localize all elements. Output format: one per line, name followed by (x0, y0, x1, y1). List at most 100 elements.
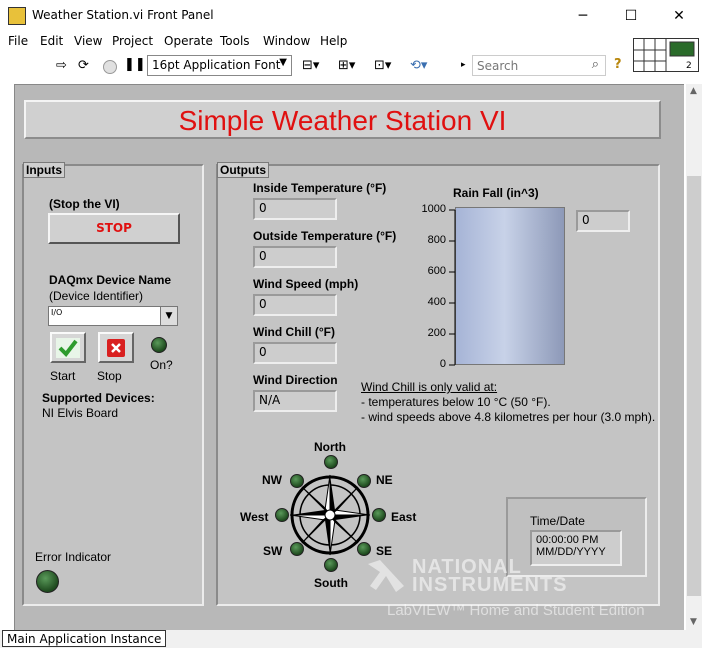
tank-scale (449, 209, 456, 366)
sw-label: SW (263, 544, 283, 558)
tank-tick-800: 800 (427, 234, 446, 246)
menu-bar: File Edit View Project Operate Tools Win… (0, 32, 702, 52)
stop-vi-button[interactable]: STOP (48, 213, 180, 244)
minimize-button[interactable]: ─ (560, 0, 606, 32)
menu-view[interactable]: View (74, 34, 102, 48)
wind-chill-label: Wind Chill (°F) (253, 325, 336, 339)
supported-devices-value: NI Elvis Board (42, 406, 119, 420)
outside-temp-label: Outside Temperature (°F) (253, 229, 397, 243)
watermark-line2: INSTRUMENTS (412, 574, 568, 596)
ni-eagle-logo-icon (368, 560, 404, 592)
toolbar-expand-icon[interactable]: ▸ (461, 60, 466, 70)
wind-chill-note-title: Wind Chill is only valid at: (361, 380, 498, 394)
outside-temp-indicator: 0 (253, 246, 337, 268)
tank-tick-1000: 1000 (421, 203, 446, 215)
rain-fall-indicator: 0 (576, 210, 630, 232)
wind-speed-indicator: 0 (253, 294, 337, 316)
menu-operate[interactable]: Operate (164, 34, 213, 48)
pause-icon[interactable]: ❚❚ (124, 57, 146, 72)
north-led (324, 455, 338, 469)
menu-file[interactable]: File (8, 34, 28, 48)
nw-led (290, 474, 304, 488)
north-label: North (314, 440, 346, 454)
window-title: Weather Station.vi Front Panel (32, 8, 214, 22)
error-indicator-led (36, 570, 59, 593)
east-label: East (391, 510, 417, 524)
south-led (324, 558, 338, 572)
menu-help[interactable]: Help (320, 34, 347, 48)
supported-devices-label: Supported Devices: (42, 391, 155, 405)
menu-window[interactable]: Window (263, 34, 310, 48)
x-icon (107, 338, 125, 357)
time-date-label: Time/Date (530, 514, 585, 528)
menu-edit[interactable]: Edit (40, 34, 63, 48)
time-value: 00:00:00 PM (536, 534, 599, 546)
checkmark-icon (56, 337, 80, 358)
distribute-objects-icon[interactable]: ⊞▾ (338, 58, 355, 73)
se-led (357, 542, 371, 556)
south-label: South (314, 576, 348, 590)
search-input[interactable]: Search ⌕ (472, 55, 606, 76)
stop-button[interactable] (98, 332, 134, 363)
tank-tick-0: 0 (439, 358, 446, 370)
daq-device-sublabel: (Device Identifier) (49, 289, 144, 303)
font-select[interactable]: 16pt Application Font ▼ (147, 55, 292, 76)
application-instance[interactable]: Main Application Instance (2, 630, 167, 647)
wind-chill-indicator: 0 (253, 342, 337, 364)
menu-tools[interactable]: Tools (220, 34, 250, 48)
start-label: Start (50, 369, 76, 383)
rain-fall-label: Rain Fall (in^3) (453, 186, 539, 200)
ne-label: NE (376, 473, 393, 487)
wind-chill-note-line1: - temperatures below 10 °C (50 °F). (361, 395, 551, 409)
stop-label: Stop (97, 369, 122, 383)
tank-tick-200: 200 (427, 327, 446, 339)
on-led (151, 337, 167, 353)
inputs-section-label: Inputs (23, 162, 65, 178)
wind-direction-indicator: N/A (253, 390, 337, 412)
tank-tick-600: 600 (427, 265, 446, 277)
rain-fall-tank (455, 207, 565, 365)
panel-title-box: Simple Weather Station VI (24, 100, 661, 139)
wind-direction-label: Wind Direction (253, 373, 338, 387)
west-led (275, 508, 289, 522)
svg-text:2: 2 (686, 61, 692, 71)
start-button[interactable] (50, 332, 86, 363)
stop-caption: (Stop the VI) (49, 197, 120, 211)
search-icon[interactable]: ⌕ (592, 57, 599, 72)
close-button[interactable]: ✕ (656, 0, 702, 32)
outputs-section-label: Outputs (217, 162, 269, 178)
reorder-icon[interactable]: ⟲▾ (410, 58, 427, 73)
ne-led (357, 474, 371, 488)
labview-app-icon (8, 7, 26, 25)
abort-icon[interactable] (103, 60, 117, 74)
wind-speed-label: Wind Speed (mph) (253, 277, 359, 291)
align-objects-icon[interactable]: ⊟▾ (302, 58, 319, 73)
date-value: MM/DD/YYYY (536, 546, 606, 558)
sw-led (290, 542, 304, 556)
io-prefix: I/O (51, 308, 63, 317)
scroll-down-icon[interactable]: ▼ (690, 617, 697, 627)
resize-objects-icon[interactable]: ⊡▾ (374, 58, 391, 73)
daq-device-selector[interactable]: I/O ▼ (48, 306, 178, 326)
maximize-button[interactable]: ☐ (608, 0, 654, 32)
scrollbar-thumb[interactable] (687, 176, 701, 596)
watermark-line3: LabVIEW™ Home and Student Edition (387, 602, 645, 619)
run-continuously-icon[interactable]: ⟳ (78, 58, 89, 73)
chevron-down-icon[interactable]: ▼ (160, 307, 177, 325)
daq-device-label: DAQmx Device Name (49, 273, 172, 287)
run-arrow-icon[interactable]: ⇨ (56, 58, 67, 73)
error-indicator-label: Error Indicator (35, 550, 112, 564)
wind-chill-note-line2: - wind speeds above 4.8 kilometres per h… (361, 410, 656, 424)
on-label: On? (150, 358, 173, 372)
time-date-indicator: 00:00:00 PM MM/DD/YYYY (530, 530, 622, 566)
west-label: West (240, 510, 269, 524)
scroll-up-icon[interactable]: ▲ (690, 86, 697, 96)
inside-temp-indicator: 0 (253, 198, 337, 220)
menu-project[interactable]: Project (112, 34, 153, 48)
connector-pane[interactable]: 2 (633, 38, 699, 72)
help-icon[interactable]: ? (614, 57, 622, 72)
east-led (372, 508, 386, 522)
tank-tick-400: 400 (427, 296, 446, 308)
title-bar: Weather Station.vi Front Panel ─ ☐ ✕ (0, 0, 702, 32)
panel-title: Simple Weather Station VI (178, 105, 507, 136)
